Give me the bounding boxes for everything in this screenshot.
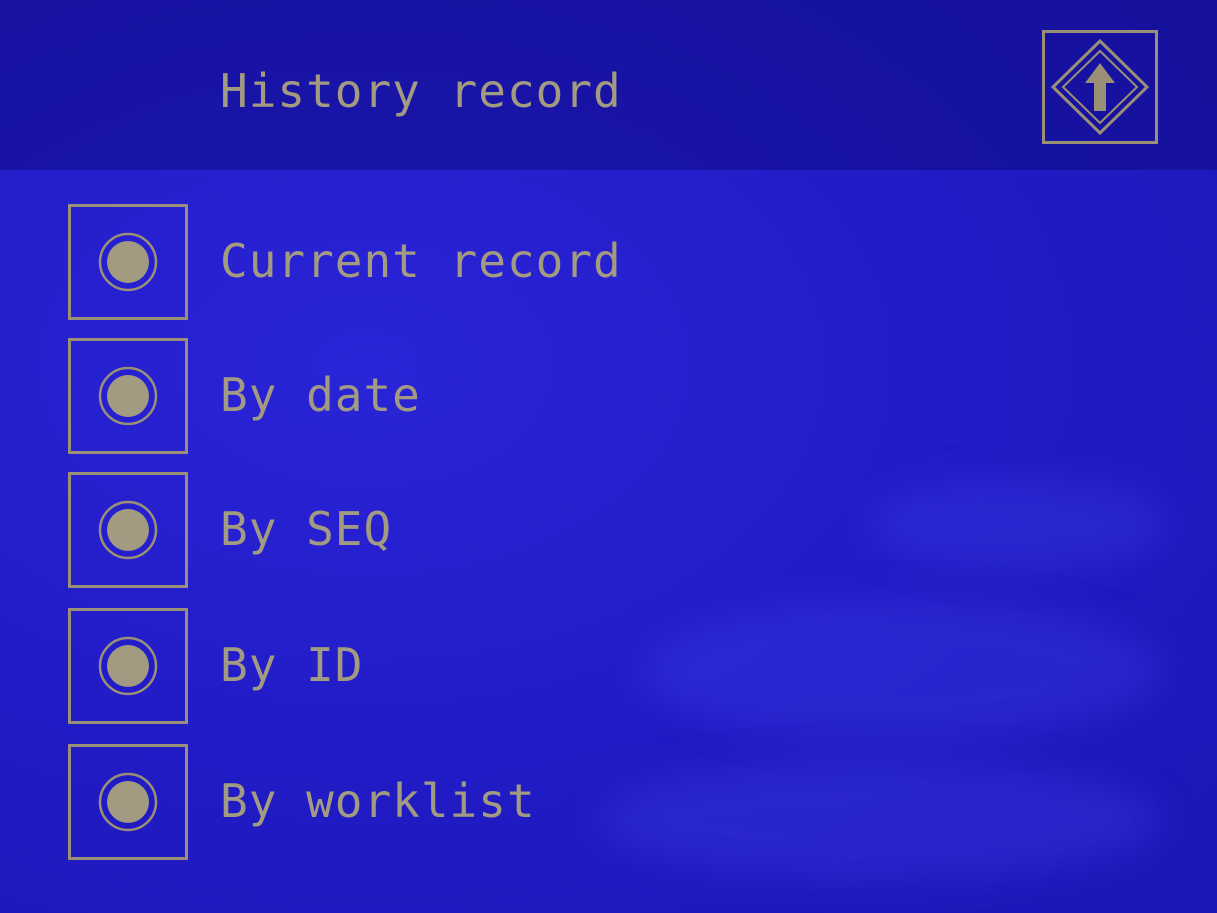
menu-item-current-record[interactable]: Current record [68,204,968,324]
radio-icon [98,772,158,832]
up-arrow-icon [1050,38,1150,136]
radio-icon [98,636,158,696]
menu-item-label: By worklist [220,774,536,828]
radio-button[interactable] [68,744,188,860]
radio-button[interactable] [68,204,188,320]
header-bar: History record [0,0,1217,170]
menu-item-label: Current record [220,234,622,288]
lcd-screen: History record Current record By date By… [0,0,1217,913]
menu-item-by-date[interactable]: By date [68,338,968,458]
up-button[interactable] [1042,30,1158,144]
menu-item-by-id[interactable]: By ID [68,608,968,728]
radio-icon [98,500,158,560]
radio-button[interactable] [68,338,188,454]
menu-item-label: By ID [220,638,364,692]
menu-item-label: By date [220,368,421,422]
menu-item-by-worklist[interactable]: By worklist [68,744,968,864]
menu-item-label: By SEQ [220,502,393,556]
menu-item-by-seq[interactable]: By SEQ [68,472,968,592]
radio-button[interactable] [68,472,188,588]
radio-icon [98,366,158,426]
radio-button[interactable] [68,608,188,724]
radio-icon [98,232,158,292]
page-title: History record [220,64,622,118]
